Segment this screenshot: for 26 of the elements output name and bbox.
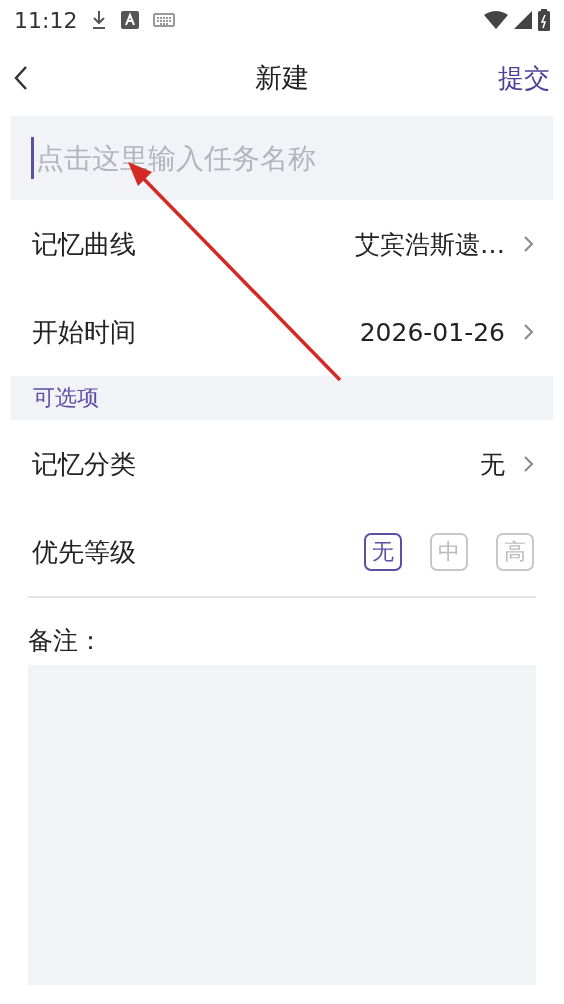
- back-button[interactable]: [14, 65, 28, 91]
- battery-icon: [538, 9, 550, 31]
- setting-row[interactable]: 开始时间 2026-01-26: [0, 288, 564, 376]
- keyboard-icon: [153, 13, 176, 27]
- row-label: 记忆曲线: [32, 227, 136, 261]
- chevron-right-icon: [523, 323, 534, 341]
- submit-button[interactable]: 提交: [498, 60, 550, 96]
- download-icon: [91, 10, 108, 30]
- row-label: 优先等级: [32, 535, 136, 569]
- notes-label: 备注：: [27, 625, 104, 657]
- wifi-icon: [484, 11, 508, 29]
- row-label: 开始时间: [32, 315, 136, 349]
- row-label: 记忆分类: [32, 447, 136, 481]
- setting-row[interactable]: 记忆分类 无: [0, 420, 564, 508]
- page-title: 新建: [255, 61, 309, 95]
- chevron-right-icon: [523, 455, 534, 473]
- priority-option[interactable]: 无: [364, 533, 402, 571]
- setting-row[interactable]: 记忆曲线 艾宾浩斯遗…: [0, 200, 564, 288]
- section-header: 可选项: [11, 376, 553, 420]
- status-time: 11:12: [14, 7, 78, 33]
- row-value: 无: [480, 448, 505, 481]
- row-value: 艾宾浩斯遗…: [355, 228, 505, 261]
- app-icon: [121, 11, 140, 29]
- signal-icon: [514, 11, 532, 29]
- row-value: 2026-01-26: [359, 317, 505, 347]
- chevron-right-icon: [523, 235, 534, 253]
